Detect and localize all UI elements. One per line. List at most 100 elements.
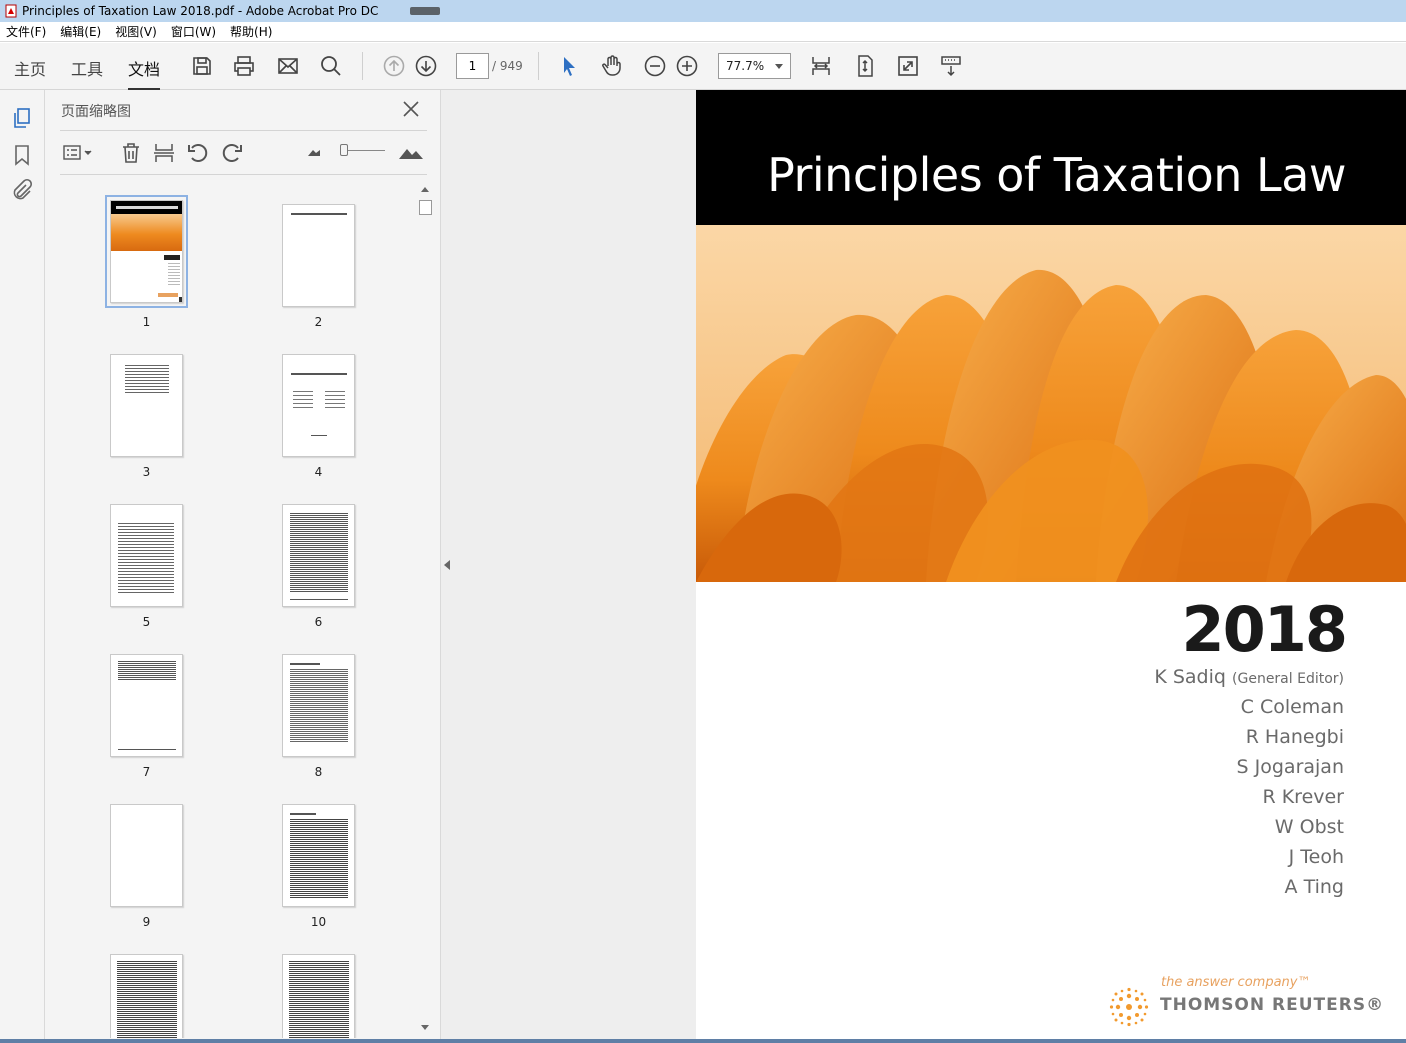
thumbnail-grid: 1 2 3 4 5 6 7 8 9 10 — [60, 190, 420, 1038]
zoom-in-icon[interactable] — [675, 54, 699, 78]
rotate-cw-icon[interactable] — [220, 141, 244, 165]
thumbnail-page-number: 8 — [314, 765, 323, 779]
navigation-rail — [0, 90, 45, 1043]
author-name: J Teoh — [1288, 846, 1344, 868]
menu-window[interactable]: 窗口(W) — [171, 23, 216, 40]
window-titlebar: Principles of Taxation Law 2018.pdf - Ad… — [0, 0, 1406, 22]
thumbnail-size-slider[interactable] — [343, 150, 385, 151]
fit-page-icon[interactable] — [853, 54, 877, 78]
author-name: A Ting — [1284, 876, 1344, 898]
fit-width-icon[interactable] — [809, 54, 833, 78]
zoom-dropdown[interactable]: 77.7% — [718, 53, 791, 79]
menu-help[interactable]: 帮助(H) — [230, 23, 272, 40]
zoom-value: 77.7% — [726, 59, 765, 73]
scrollbar-thumb[interactable] — [419, 200, 432, 215]
thumbnail-page-number: 3 — [142, 465, 151, 479]
thumbnail-page[interactable] — [282, 654, 355, 757]
toolbar-separator — [538, 52, 539, 80]
author-name: S Jogarajan — [1236, 756, 1344, 778]
thumbnail-page-number: 2 — [314, 315, 323, 329]
thumbnail-page[interactable] — [282, 954, 355, 1038]
author-role: (General Editor) — [1232, 671, 1344, 687]
publisher-name: THOMSON REUTERS® — [1160, 995, 1385, 1015]
thumbnail-page[interactable] — [282, 504, 355, 607]
menu-view[interactable]: 视图(V) — [115, 23, 157, 40]
author-name: R Krever — [1262, 786, 1344, 808]
hand-icon[interactable] — [600, 54, 624, 78]
page-number-input[interactable] — [456, 53, 489, 79]
tab-tools[interactable]: 工具 — [71, 56, 103, 80]
thumbnail-options-icon[interactable] — [62, 141, 94, 165]
collapse-panel-icon[interactable] — [444, 560, 450, 570]
menu-bar: 文件(F) 编辑(E) 视图(V) 窗口(W) 帮助(H) — [0, 22, 1406, 42]
next-page-icon[interactable] — [414, 54, 438, 78]
cover-year: 2018 — [1181, 593, 1348, 666]
print-icon[interactable] — [232, 54, 256, 78]
tab-home[interactable]: 主页 — [14, 56, 46, 80]
thumbnail-page-number: 4 — [314, 465, 323, 479]
thumbnail-page[interactable] — [282, 204, 355, 307]
window-title: Principles of Taxation Law 2018.pdf - Ad… — [22, 4, 379, 18]
tab-document[interactable]: 文档 — [128, 56, 161, 91]
thumbnails-panel: 页面缩略图 1 2 3 4 5 6 7 8 9 10 — [45, 90, 441, 1043]
thumbnail-scrollbar[interactable] — [418, 184, 433, 1036]
cover-flower-image — [696, 225, 1406, 582]
scroll-up-icon[interactable] — [421, 187, 429, 192]
rotate-ccw-icon[interactable] — [186, 141, 210, 165]
author-name: C Coleman — [1240, 696, 1344, 718]
save-icon[interactable] — [190, 54, 214, 78]
select-arrow-icon[interactable] — [557, 54, 581, 78]
thumbnail-page[interactable] — [110, 654, 183, 757]
fullscreen-icon[interactable] — [896, 54, 920, 78]
main-toolbar: 主页 工具 文档 — [0, 43, 1406, 91]
divider — [60, 174, 427, 175]
email-icon[interactable] — [276, 54, 300, 78]
page-thumbnails-icon[interactable] — [10, 106, 34, 130]
thumbnail-page[interactable] — [282, 354, 355, 457]
document-page[interactable]: Principles of Taxation Law 2018 K Sadiq … — [696, 90, 1406, 1040]
thumbnail-page-number: 1 — [142, 315, 151, 329]
panel-title: 页面缩略图 — [61, 104, 131, 120]
thumbnail-page-number: 5 — [142, 615, 151, 629]
thumbnail-page[interactable] — [282, 804, 355, 907]
delete-icon[interactable] — [119, 141, 143, 165]
thumbnail-page[interactable] — [110, 354, 183, 457]
author-name: R Hanegbi — [1245, 726, 1344, 748]
thomson-reuters-logo — [1109, 987, 1149, 1027]
menu-edit[interactable]: 编辑(E) — [60, 23, 101, 40]
toolbar-separator — [362, 52, 363, 80]
scroll-down-icon[interactable] — [421, 1025, 429, 1030]
cover-title: Principles of Taxation Law — [767, 148, 1346, 202]
thumbnail-page-number: 7 — [142, 765, 151, 779]
author-line: K Sadiq (General Editor) — [1154, 666, 1344, 688]
slider-handle[interactable] — [340, 144, 348, 156]
redacted-mark — [410, 7, 441, 15]
menu-file[interactable]: 文件(F) — [6, 23, 46, 40]
thumbnail-smaller-icon[interactable] — [307, 141, 321, 165]
prev-page-icon[interactable] — [382, 54, 406, 78]
attachments-icon[interactable] — [10, 178, 34, 202]
document-gutter — [441, 90, 696, 1043]
window-bottom-edge — [0, 1039, 1406, 1043]
thumbnail-larger-icon[interactable] — [399, 141, 423, 165]
bookmarks-icon[interactable] — [10, 143, 34, 167]
thumbnail-page-number: 10 — [310, 915, 327, 929]
thumbnail-page[interactable] — [105, 195, 188, 308]
chevron-down-icon — [775, 64, 783, 69]
thumbnail-page-number: 6 — [314, 615, 323, 629]
page-total-label: / 949 — [492, 59, 523, 73]
author-name: K Sadiq — [1154, 666, 1226, 688]
search-icon[interactable] — [319, 54, 343, 78]
author-name: W Obst — [1274, 816, 1344, 838]
thumbnail-page[interactable] — [110, 804, 183, 907]
acrobat-app-icon — [4, 4, 18, 18]
publisher-tagline: the answer company™ — [1161, 975, 1311, 990]
close-icon[interactable] — [402, 100, 420, 118]
zoom-out-icon[interactable] — [643, 54, 667, 78]
thumbnail-page[interactable] — [110, 504, 183, 607]
split-page-icon[interactable] — [152, 141, 176, 165]
scroll-mode-icon[interactable] — [939, 54, 963, 78]
divider — [60, 130, 427, 131]
thumbnail-page[interactable] — [110, 954, 183, 1038]
thumbnail-page-number: 9 — [142, 915, 151, 929]
